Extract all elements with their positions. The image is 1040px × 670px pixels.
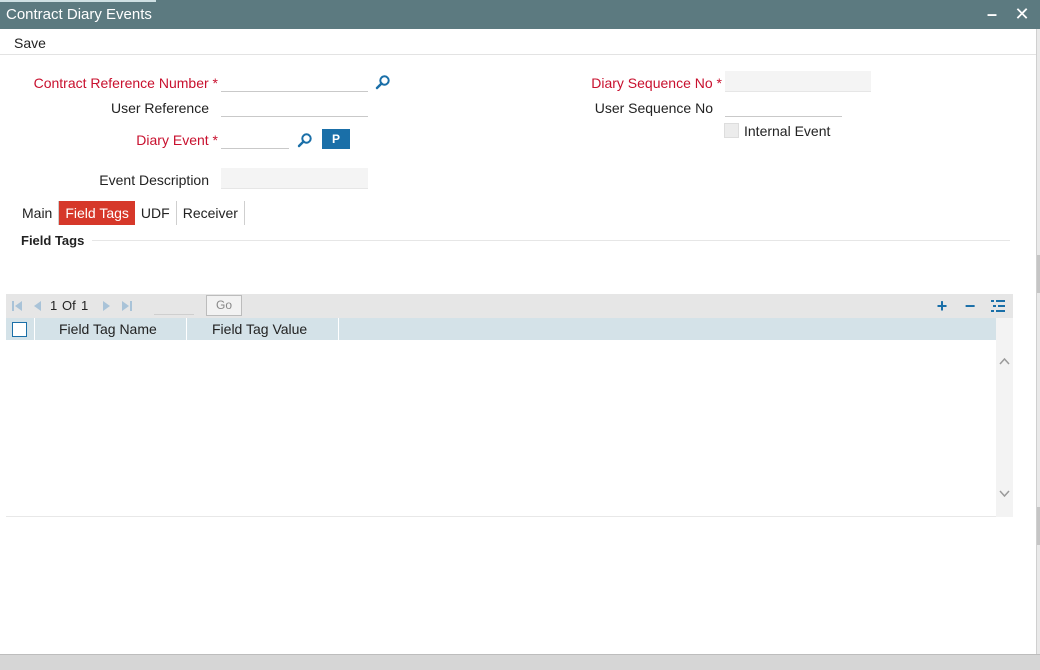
diary-sequence-input[interactable] — [725, 71, 871, 92]
diary-event-input[interactable] — [221, 128, 289, 149]
grid-header-row: Field Tag Name Field Tag Value — [6, 318, 996, 340]
toolbar: Save — [0, 29, 1036, 55]
user-reference-input[interactable] — [221, 96, 368, 117]
tab-udf[interactable]: UDF — [135, 201, 177, 225]
contract-ref-input[interactable] — [221, 71, 368, 92]
diary-sequence-label-text: Diary Sequence No — [591, 75, 713, 91]
required-marker: * — [212, 75, 218, 91]
go-button[interactable]: Go — [206, 295, 242, 316]
window-bottom-bar — [0, 654, 1040, 670]
diary-event-label: Diary Event * — [136, 132, 218, 148]
tab-receiver[interactable]: Receiver — [177, 201, 245, 225]
close-icon[interactable]: ✕ — [1012, 4, 1032, 24]
column-header-field-tag-name[interactable]: Field Tag Name — [35, 318, 187, 340]
previous-page-icon[interactable] — [30, 299, 44, 313]
pager-of-label: Of — [62, 298, 76, 313]
contract-ref-label-text: Contract Reference Number — [33, 75, 209, 91]
section-divider — [92, 240, 1010, 241]
first-page-icon[interactable] — [10, 299, 24, 313]
last-page-icon[interactable] — [120, 299, 134, 313]
tab-bar: Main Field Tags UDF Receiver — [16, 201, 245, 225]
contract-ref-label: Contract Reference Number * — [34, 75, 218, 91]
scroll-down-icon[interactable] — [998, 487, 1011, 500]
user-reference-label: User Reference — [110, 100, 209, 116]
scroll-up-icon[interactable] — [998, 355, 1011, 368]
window-titlebar: Contract Diary Events – ✕ — [0, 0, 1040, 29]
minimize-icon[interactable]: – — [982, 4, 1002, 24]
pager-total: 1 — [81, 298, 89, 313]
internal-event-label: Internal Event — [744, 123, 831, 139]
tab-field-tags[interactable]: Field Tags — [59, 201, 135, 225]
diary-event-lookup-icon[interactable] — [297, 132, 313, 148]
field-tags-grid: 1 Of 1 Go + − Field Tag Name Field Tag V… — [6, 294, 1013, 517]
grid-navigation-bar: 1 Of 1 Go + − — [6, 294, 1013, 318]
event-description-label: Event Description — [99, 172, 209, 188]
plus-icon[interactable]: + — [934, 297, 950, 315]
column-header-field-tag-value[interactable]: Field Tag Value — [187, 318, 339, 340]
section-title: Field Tags — [21, 233, 85, 248]
p-button[interactable]: P — [322, 129, 350, 149]
internal-event-checkbox[interactable] — [724, 123, 739, 138]
required-marker: * — [212, 132, 218, 148]
save-button[interactable]: Save — [14, 35, 46, 51]
diary-event-label-text: Diary Event — [136, 132, 209, 148]
window-right-edge — [1036, 29, 1040, 654]
required-marker: * — [716, 75, 722, 91]
titlebar-accent — [0, 0, 156, 2]
user-sequence-input[interactable] — [725, 96, 842, 117]
tab-main[interactable]: Main — [16, 201, 60, 225]
next-page-icon[interactable] — [100, 299, 114, 313]
diary-sequence-label: Diary Sequence No * — [591, 75, 722, 91]
grid-body — [6, 340, 996, 516]
contract-ref-lookup-icon[interactable] — [375, 74, 391, 90]
grid-vertical-scrollbar[interactable] — [996, 318, 1013, 517]
select-all-checkbox[interactable] — [12, 322, 27, 337]
minus-icon[interactable]: − — [962, 297, 978, 315]
user-sequence-label: User Sequence No — [594, 100, 713, 116]
pager-current: 1 — [50, 298, 58, 313]
event-description-input[interactable] — [221, 168, 368, 189]
window-title: Contract Diary Events — [6, 6, 152, 23]
list-view-icon[interactable] — [990, 298, 1006, 314]
grid-header-select-cell — [6, 318, 35, 340]
page-number-input[interactable] — [154, 296, 194, 315]
